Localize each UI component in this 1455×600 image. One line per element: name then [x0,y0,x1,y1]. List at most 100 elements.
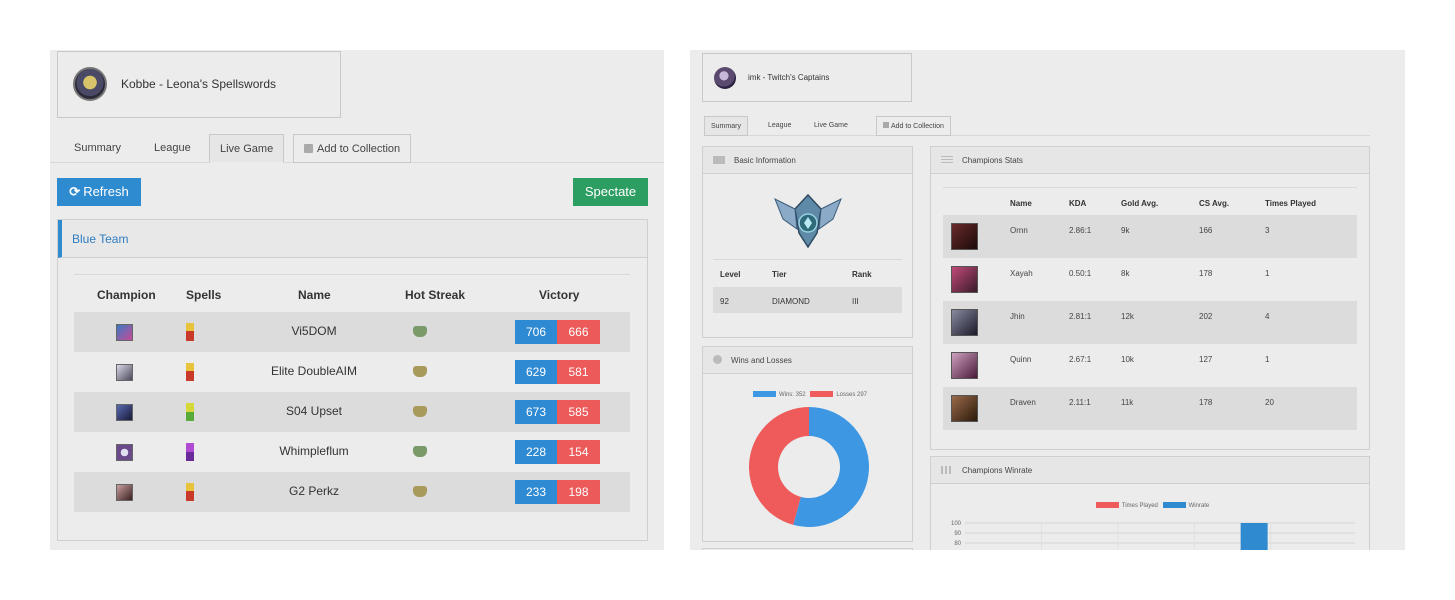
col-gold: Gold Avg. [1121,199,1159,208]
played-value: 1 [1265,269,1270,278]
hot-streak-icon [413,446,427,457]
played-value: 3 [1265,226,1270,235]
hot-streak-icon [413,486,427,497]
tab-league[interactable]: League [144,134,201,163]
cs-value: 178 [1199,269,1213,278]
table-row[interactable]: Vi5DOM 706 666 [74,312,630,352]
id-card-icon [713,156,725,164]
team-table: Champion Spells Name Hot Streak Victory … [74,274,630,512]
spell-icon [186,403,194,421]
champion-name: Xayah [1010,269,1033,278]
collapsed-card [702,548,913,550]
wins-badge: 228 [515,440,557,464]
champion-portrait [951,352,978,379]
tab-add-to-collection[interactable]: Add to Collection [876,116,951,136]
refresh-button[interactable]: ⟳ Refresh [57,178,141,206]
losses-badge: 198 [557,480,600,504]
tab-add-to-collection[interactable]: Add to Collection [293,134,412,163]
chart-legend: Times Played Winrate [931,502,1371,509]
wins-badge: 706 [515,320,557,344]
table-header: Name KDA Gold Avg. CS Avg. Times Played [943,187,1357,215]
table-row[interactable]: G2 Perkz 233 198 [74,472,630,512]
wins-losses-donut [749,407,869,527]
cs-value: 127 [1199,355,1213,364]
losses-badge: 581 [557,360,600,384]
cs-value: 202 [1199,312,1213,321]
col-kda: KDA [1069,199,1087,208]
champions-stats-card: Champions Stats Name KDA Gold Avg. CS Av… [930,146,1370,450]
played-value: 4 [1265,312,1270,321]
tier-value: DIAMOND [772,297,810,306]
champion-icon [116,484,133,501]
champion-name: Draven [1010,398,1036,407]
chart-legend: Wins: 352 Losses 297 [703,391,914,398]
tab-live-game[interactable]: Live Game [209,134,285,163]
tab-live-game[interactable]: Live Game [808,116,854,136]
player-name[interactable]: G2 Perkz [234,484,394,498]
profile-card: Kobbe - Leona's Spellswords [57,51,341,118]
table-row[interactable]: Draven 2.11:1 11k 178 20 [943,387,1357,430]
profile-name: Kobbe - Leona's Spellswords [121,77,277,91]
losses-badge: 666 [557,320,600,344]
legend-wins: Wins: 352 [778,392,806,398]
card-header: Champions Stats [931,147,1369,174]
card-header: Basic Information [703,147,912,174]
table-row[interactable]: Ornn 2.86:1 9k 166 3 [943,215,1357,258]
card-header: Champions Winrate [931,457,1369,484]
kda-value: 2.86:1 [1069,226,1092,235]
card-title: Wins and Losses [731,356,792,365]
tab-league[interactable]: League [762,116,797,136]
legend-swatch-times-played [1095,502,1119,508]
player-name[interactable]: Elite DoubleAIM [234,364,394,378]
col-name: Name [298,288,331,302]
avatar [714,67,736,89]
avatar [73,67,107,101]
list-icon [941,156,953,164]
gold-value: 8k [1121,269,1130,278]
table-row[interactable]: Whimpleflum 228 154 [74,432,630,472]
table-row[interactable]: Elite DoubleAIM 629 581 [74,352,630,392]
champion-icon [116,444,133,461]
team-title: Blue Team [58,220,647,258]
spectate-button[interactable]: Spectate [573,178,648,206]
legend-times-played: Times Played [1121,503,1158,509]
legend-swatch-winrate [1162,502,1186,508]
tab-summary[interactable]: Summary [64,134,131,163]
player-name[interactable]: Vi5DOM [234,324,394,338]
table-row[interactable]: S04 Upset 673 585 [74,392,630,432]
legend-losses: Losses 297 [836,392,868,398]
spell-icon [186,363,194,381]
basic-information-card: Basic Information Level Tier Rank 92 DIA… [702,146,913,338]
losses-badge: 154 [557,440,600,464]
tab-bar: Summary League Live Game Add to Collecti… [50,134,664,163]
col-name: Name [1010,199,1032,208]
card-title: Champions Stats [962,156,1023,165]
summary-panel: imk - Twitch's Captains Summary League L… [690,50,1405,550]
live-game-panel: Kobbe - Leona's Spellswords Summary Leag… [50,50,664,550]
champion-portrait [951,223,978,250]
col-level: Level [720,270,741,279]
player-name[interactable]: S04 Upset [234,404,394,418]
tab-bar: Summary League Live Game Add to Collecti… [704,116,1370,136]
played-value: 1 [1265,355,1270,364]
champions-stats-table: Name KDA Gold Avg. CS Avg. Times Played … [943,187,1357,430]
col-rank: Rank [852,270,872,279]
winrate-bar-chart: 100 90 80 [951,521,1355,550]
table-row[interactable]: Xayah 0.50:1 8k 178 1 [943,258,1357,301]
hot-streak-icon [413,366,427,377]
plus-square-icon [883,122,889,128]
tab-summary[interactable]: Summary [704,116,748,136]
player-name[interactable]: Whimpleflum [234,444,394,458]
table-row[interactable]: Jhin 2.81:1 12k 202 4 [943,301,1357,344]
basic-info-header: Level Tier Rank [713,259,902,287]
losses-badge: 585 [557,400,600,424]
col-champion: Champion [97,288,156,302]
legend-swatch-losses [810,391,834,397]
gold-value: 9k [1121,226,1130,235]
champion-icon [116,324,133,341]
kda-value: 0.50:1 [1069,269,1092,278]
table-row[interactable]: Quinn 2.67:1 10k 127 1 [943,344,1357,387]
winrate-bar [1240,523,1268,550]
y-tick-label: 80 [954,541,961,547]
profile-card: imk - Twitch's Captains [702,53,912,102]
